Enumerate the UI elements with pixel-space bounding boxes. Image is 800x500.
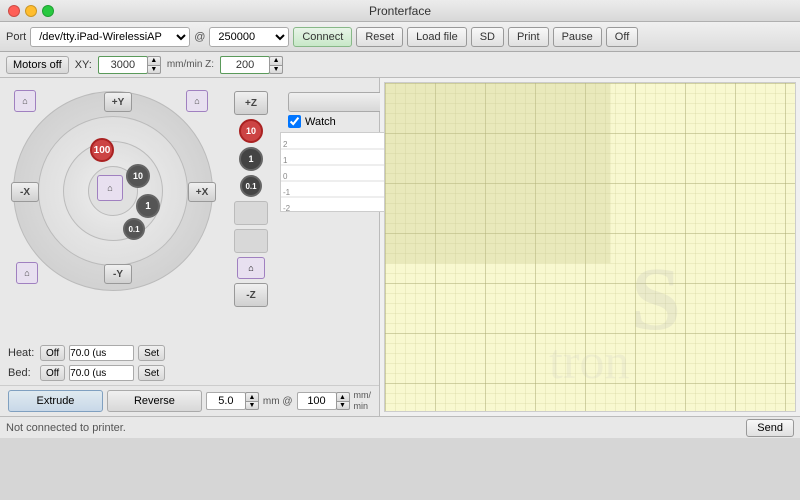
- home-z-button[interactable]: ⌂: [237, 257, 265, 279]
- load-file-button[interactable]: Load file: [407, 27, 467, 47]
- heat-row: Heat: Off Set: [8, 345, 371, 361]
- xy-unit: mm/min Z:: [167, 59, 214, 70]
- app-title: Pronterface: [369, 4, 431, 18]
- send-button[interactable]: Send: [746, 419, 794, 437]
- motors-off-button[interactable]: Motors off: [6, 56, 69, 74]
- print-button[interactable]: Print: [508, 27, 549, 47]
- xy-jog-wheel: ⌂ +Y ⌂ -Y ⌂ +X -X ⌂ 100 10 1 0.1: [8, 86, 228, 316]
- extrude-area: Extrude Reverse ▲ ▼ mm @ ▲ ▼ mm/min: [0, 385, 379, 416]
- heat-temp-input[interactable]: [69, 345, 134, 361]
- extrude-button[interactable]: Extrude: [8, 390, 103, 412]
- right-panel: S tron: [380, 78, 800, 416]
- z-step-01-button[interactable]: 0.1: [240, 175, 262, 197]
- jog-minus-z-button[interactable]: -Z: [234, 283, 268, 307]
- title-bar: Pronterface: [0, 0, 800, 22]
- svg-text:-1: -1: [283, 188, 291, 197]
- port-dropdown[interactable]: /dev/tty.iPad-WirelessiAP: [30, 27, 190, 47]
- jog-minus-x-button[interactable]: -X: [11, 182, 39, 202]
- z-spacer-2: [234, 229, 268, 253]
- z-spacer: [234, 201, 268, 225]
- step-10-xy-button[interactable]: 10: [126, 164, 150, 188]
- pause-button[interactable]: Pause: [553, 27, 602, 47]
- window-controls[interactable]: [8, 5, 54, 17]
- jog-minus-y-button[interactable]: -Y: [104, 264, 132, 284]
- minimize-button[interactable]: [25, 5, 37, 17]
- main-content: ⌂ +Y ⌂ -Y ⌂ +X -X ⌂ 100 10 1 0.1: [0, 78, 800, 416]
- controls-row: Motors off XY: ▲ ▼ mm/min Z: ▲ ▼: [0, 52, 800, 78]
- xy-input[interactable]: [98, 56, 148, 74]
- watch-label: Watch: [305, 116, 336, 128]
- heat-off-button[interactable]: Off: [40, 345, 65, 361]
- print-grid: S tron: [384, 82, 796, 412]
- left-panel: ⌂ +Y ⌂ -Y ⌂ +X -X ⌂ 100 10 1 0.1: [0, 78, 380, 416]
- speed-spin-up[interactable]: ▲: [336, 392, 350, 401]
- svg-text:2: 2: [283, 140, 288, 149]
- status-bar: Not connected to printer. Send: [0, 416, 800, 438]
- status-text: Not connected to printer.: [6, 422, 126, 434]
- svg-text:tron: tron: [549, 333, 630, 389]
- mm-at-label: mm @: [263, 396, 293, 407]
- reverse-button[interactable]: Reverse: [107, 390, 202, 412]
- sd-button[interactable]: SD: [471, 27, 504, 47]
- svg-text:-2: -2: [283, 204, 291, 212]
- off-button[interactable]: Off: [606, 27, 638, 47]
- z-input[interactable]: [220, 56, 270, 74]
- xy-label: XY:: [75, 59, 92, 71]
- xy-spin-up[interactable]: ▲: [147, 56, 161, 65]
- baud-dropdown[interactable]: 250000: [209, 27, 289, 47]
- extrude-amount-input[interactable]: [206, 392, 246, 410]
- extrude-amount-spinner[interactable]: ▲ ▼: [245, 392, 259, 410]
- step-100-button[interactable]: 100: [90, 138, 114, 162]
- xy-spinner[interactable]: ▲ ▼: [147, 56, 161, 74]
- xy-input-group: ▲ ▼: [98, 56, 161, 74]
- mm-min-label: mm/min: [354, 390, 372, 412]
- jog-plus-z-button[interactable]: +Z: [234, 91, 268, 115]
- bed-set-button[interactable]: Set: [138, 365, 165, 381]
- z-step-1-button[interactable]: 1: [239, 147, 263, 171]
- toolbar: Port /dev/tty.iPad-WirelessiAP @ 250000 …: [0, 22, 800, 52]
- step-01-xy-button[interactable]: 0.1: [123, 218, 145, 240]
- svg-text:S: S: [631, 250, 681, 349]
- heat-controls: Heat: Off Set Bed: Off Set: [0, 341, 379, 385]
- amount-spin-up[interactable]: ▲: [245, 392, 259, 401]
- home-x-button[interactable]: ⌂: [14, 90, 36, 112]
- speed-spin-down[interactable]: ▼: [336, 401, 350, 410]
- extrude-speed-spinner[interactable]: ▲ ▼: [336, 392, 350, 410]
- reset-button[interactable]: Reset: [356, 27, 403, 47]
- print-grid-svg: S tron: [385, 83, 795, 411]
- maximize-button[interactable]: [42, 5, 54, 17]
- bed-row: Bed: Off Set: [8, 365, 371, 381]
- amount-spin-down[interactable]: ▼: [245, 401, 259, 410]
- bed-temp-input[interactable]: [69, 365, 134, 381]
- z-spin-down[interactable]: ▼: [269, 65, 283, 74]
- heat-set-button[interactable]: Set: [138, 345, 165, 361]
- xy-spin-down[interactable]: ▼: [147, 65, 161, 74]
- bed-label: Bed:: [8, 367, 36, 379]
- connect-button[interactable]: Connect: [293, 27, 352, 47]
- watch-checkbox[interactable]: [288, 115, 301, 128]
- extrude-speed-input[interactable]: [297, 392, 337, 410]
- jog-plus-x-button[interactable]: +X: [188, 182, 216, 202]
- svg-text:0: 0: [283, 172, 288, 181]
- z-spinner[interactable]: ▲ ▼: [269, 56, 283, 74]
- z-jog-panel: +Z 10 1 0.1 ⌂ -Z: [234, 86, 268, 333]
- bed-off-button[interactable]: Off: [40, 365, 65, 381]
- z-spin-up[interactable]: ▲: [269, 56, 283, 65]
- port-label: Port: [6, 31, 26, 43]
- extrude-speed-group: ▲ ▼: [297, 392, 350, 410]
- home-button-bl[interactable]: ⌂: [16, 262, 38, 284]
- at-label: @: [194, 31, 205, 43]
- step-1-xy-button[interactable]: 1: [136, 194, 160, 218]
- jog-plus-y-button[interactable]: +Y: [104, 92, 132, 112]
- close-button[interactable]: [8, 5, 20, 17]
- z-step-10-button[interactable]: 10: [239, 119, 263, 143]
- z-input-group: ▲ ▼: [220, 56, 283, 74]
- home-y-button[interactable]: ⌂: [186, 90, 208, 112]
- heat-label: Heat:: [8, 347, 36, 359]
- svg-text:1: 1: [283, 156, 288, 165]
- home-xy-button[interactable]: ⌂: [97, 175, 123, 201]
- extrude-amount-group: ▲ ▼: [206, 392, 259, 410]
- jog-area: ⌂ +Y ⌂ -Y ⌂ +X -X ⌂ 100 10 1 0.1: [0, 78, 379, 341]
